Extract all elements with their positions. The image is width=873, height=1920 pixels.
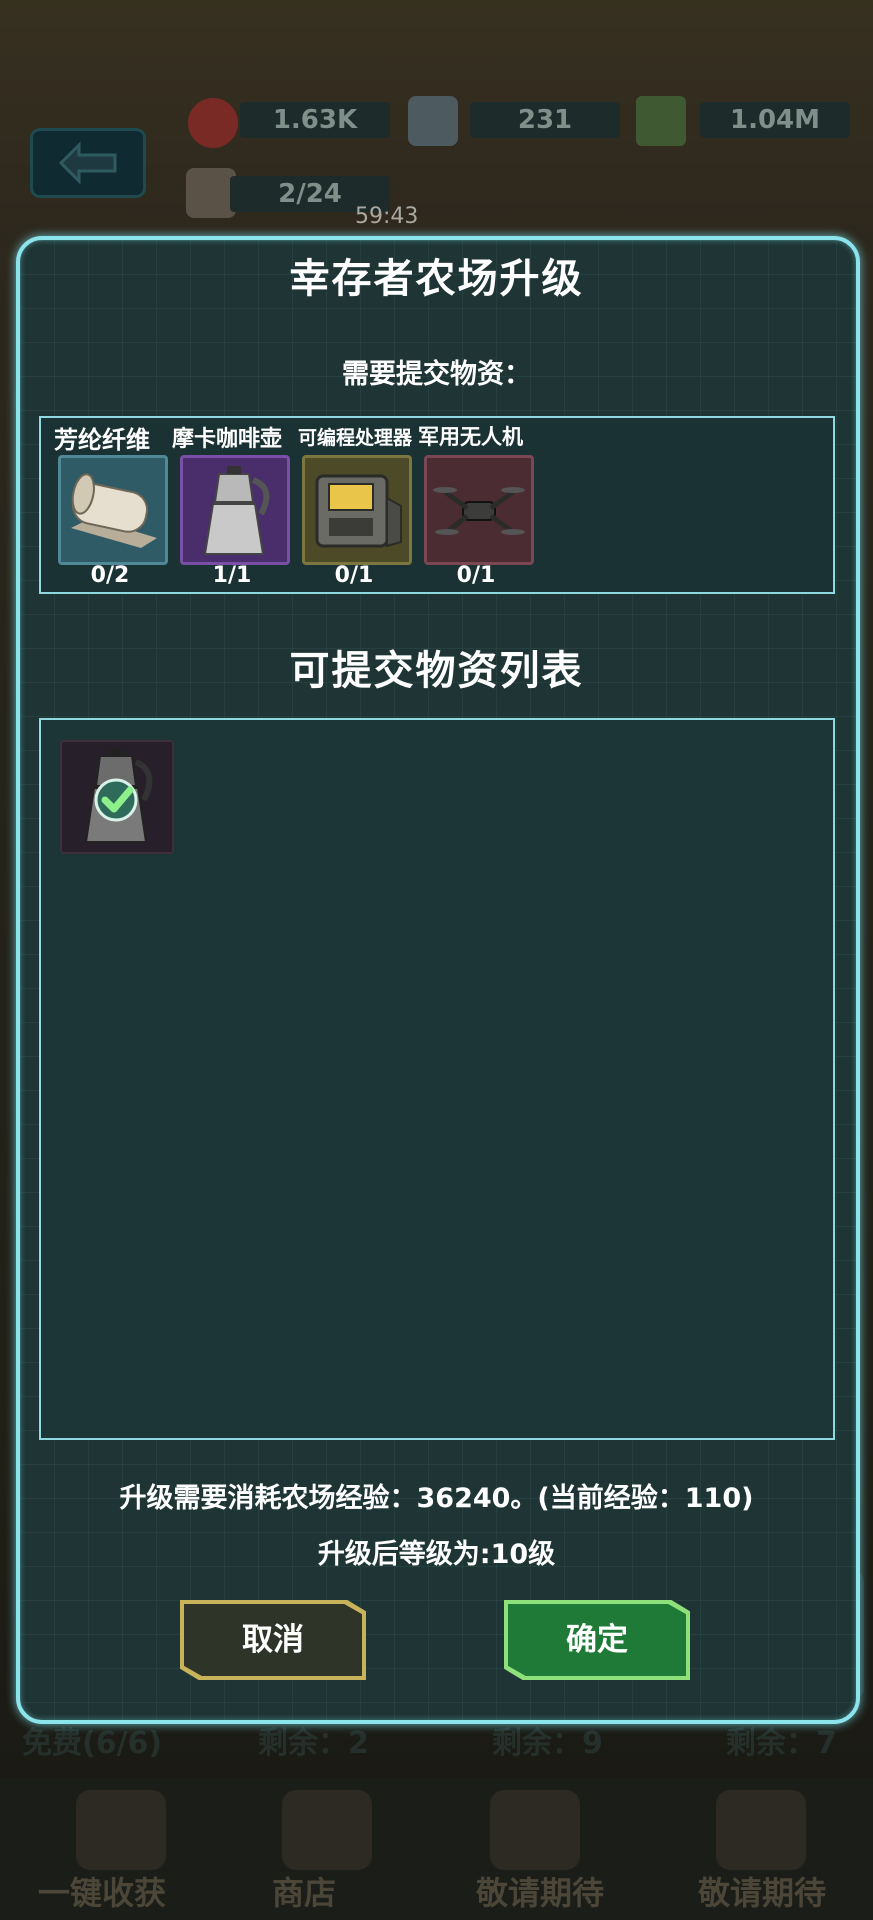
cash-count: 1.04M <box>700 102 850 138</box>
diamond-count: 231 <box>470 102 620 138</box>
required-count-3: 0/1 <box>334 563 374 588</box>
dialog-title: 幸存者农场升级 <box>289 256 584 302</box>
required-slot-4[interactable] <box>424 455 534 565</box>
nav-coming-soon-1[interactable]: 敬请期待 <box>476 1868 604 1914</box>
required-slot-2[interactable] <box>180 455 290 565</box>
checkmark-icon <box>94 778 138 822</box>
cash-icon <box>636 96 686 146</box>
feed-bag-icon <box>490 1790 580 1870</box>
card-remaining-3: 剩余：9 <box>492 1726 603 1761</box>
card-remaining-2: 剩余：2 <box>258 1726 369 1761</box>
required-slot-3[interactable] <box>302 455 412 565</box>
shop-icon <box>282 1790 372 1870</box>
back-button[interactable] <box>30 128 146 198</box>
survivor-icon <box>186 168 236 218</box>
moka-pot-icon <box>203 466 270 555</box>
cancel-button-label: 取消 <box>242 1622 304 1658</box>
fruit-icon <box>188 98 238 148</box>
nav-coming-soon-2[interactable]: 敬请期待 <box>698 1868 826 1914</box>
nav-shop[interactable]: 商店 <box>272 1868 336 1914</box>
required-item-name-3: 可编程处理器 <box>298 427 413 449</box>
upgrade-level-text: 升级后等级为:10级 <box>317 1539 556 1570</box>
upgrade-cost-text: 升级需要消耗农场经验：36240。(当前经验：110) <box>119 1483 754 1514</box>
nav-harvest-all[interactable]: 一键收获 <box>38 1868 166 1914</box>
submit-list-item[interactable] <box>60 740 174 854</box>
fruit-count: 1.63K <box>240 102 390 138</box>
required-item-name-1: 芳纶纤维 <box>54 426 150 454</box>
shovel-icon <box>716 1790 806 1870</box>
processor-icon <box>315 474 402 548</box>
back-arrow-icon <box>58 141 117 185</box>
harvest-icon <box>76 1790 166 1870</box>
required-count-1: 0/2 <box>90 563 130 588</box>
required-count-2: 1/1 <box>212 563 252 588</box>
submit-list-title: 可提交物资列表 <box>289 648 584 694</box>
timer-text: 59:43 <box>355 204 419 229</box>
required-slot-1[interactable] <box>58 455 168 565</box>
card-remaining-4: 剩余：7 <box>726 1726 837 1761</box>
drone-icon <box>433 487 525 535</box>
cancel-button[interactable]: 取消 <box>180 1600 366 1680</box>
required-count-4: 0/1 <box>456 563 496 588</box>
confirm-button-label: 确定 <box>566 1622 628 1658</box>
required-item-name-4: 军用无人机 <box>418 425 523 449</box>
confirm-button[interactable]: 确定 <box>504 1600 690 1680</box>
fabric-roll-icon <box>71 473 157 548</box>
required-label: 需要提交物资： <box>342 359 531 390</box>
diamond-icon <box>408 96 458 146</box>
required-item-name-2: 摩卡咖啡壶 <box>172 427 283 452</box>
card-remaining-1: 免费(6/6) <box>22 1726 163 1761</box>
